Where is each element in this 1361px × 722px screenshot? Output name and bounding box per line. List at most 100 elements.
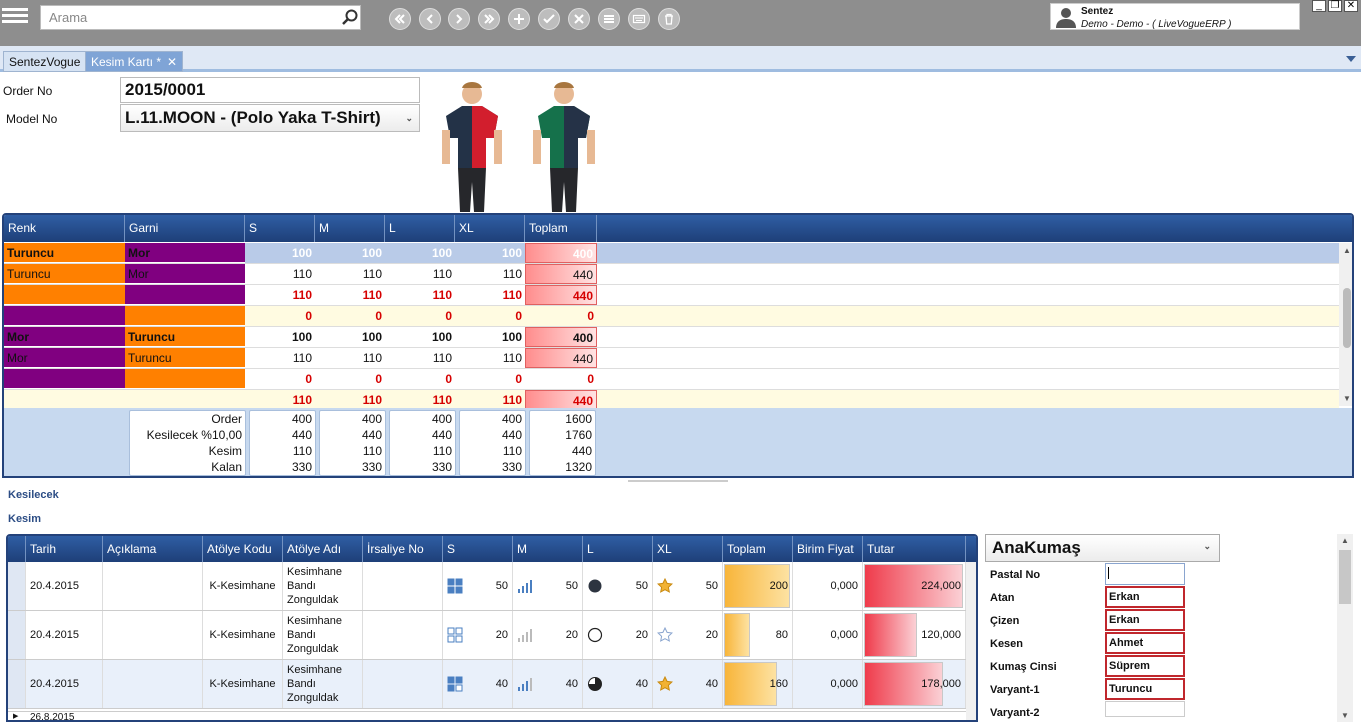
col-header-m[interactable]: M (513, 536, 583, 562)
cell-l[interactable]: 40 (583, 660, 653, 708)
cell-m[interactable]: 110 (315, 264, 385, 284)
order-no-field[interactable]: 2015/0001 (120, 77, 420, 103)
cancel-button[interactable] (568, 8, 590, 30)
cell-s[interactable]: 100 (245, 243, 315, 263)
cell-toplam[interactable]: 400 (525, 327, 597, 347)
col-header-garni[interactable]: Garni (125, 215, 245, 242)
splitter-handle[interactable] (628, 480, 728, 482)
cell-s[interactable]: 100 (245, 327, 315, 347)
cell-toplam[interactable]: 200 (723, 562, 793, 610)
col-header-renk[interactable]: Renk (4, 215, 125, 242)
cell-m[interactable]: 50 (513, 562, 583, 610)
cell-xl[interactable]: 50 (653, 562, 723, 610)
cell-m[interactable]: 20 (513, 611, 583, 659)
table-row[interactable]: 00000 (4, 306, 1339, 327)
cell-garni[interactable] (125, 306, 245, 326)
cell-renk[interactable]: Mor (4, 327, 125, 347)
vertical-scrollbar[interactable] (966, 562, 976, 720)
table-row[interactable]: ▶ 26.8.2015 (8, 711, 966, 720)
cell-xl[interactable]: 0 (455, 306, 525, 326)
cell-toplam[interactable]: 440 (525, 390, 597, 410)
scroll-down-icon[interactable]: ▼ (1341, 711, 1349, 720)
cell-l[interactable]: 0 (385, 306, 455, 326)
cell-kod[interactable]: K-Kesimhane (203, 611, 283, 659)
col-header-m[interactable]: M (315, 215, 385, 242)
panel-field[interactable]: Erkan (1105, 609, 1185, 631)
cell-garni[interactable]: Mor (125, 264, 245, 284)
add-button[interactable] (508, 8, 530, 30)
cell-irsaliye[interactable] (363, 611, 443, 659)
cell-renk[interactable] (4, 285, 125, 305)
col-header-toplam[interactable]: Toplam (723, 536, 793, 562)
scroll-up-icon[interactable]: ▲ (1343, 246, 1351, 255)
cell-xl[interactable]: 110 (455, 264, 525, 284)
cell-garni[interactable]: Turuncu (125, 348, 245, 368)
previous-record-button[interactable] (419, 8, 441, 30)
kesim-section-link[interactable]: Kesim (8, 513, 41, 525)
cell-tarih[interactable]: 20.4.2015 (26, 660, 103, 708)
cell-xl[interactable]: 0 (455, 369, 525, 389)
cell-toplam[interactable]: 160 (723, 660, 793, 708)
cell-s[interactable]: 110 (245, 390, 315, 410)
col-header-aciklama[interactable]: Açıklama (103, 536, 203, 562)
col-header-xl[interactable]: XL (455, 215, 525, 242)
cell-renk[interactable]: Turuncu (4, 264, 125, 284)
table-row[interactable]: 20.4.2015 K-Kesimhane Kesimhane Bandı Zong… (8, 660, 966, 709)
cell-s[interactable]: 110 (245, 285, 315, 305)
cell-tarih[interactable]: 20.4.2015 (26, 611, 103, 659)
row-expand-icon[interactable]: ▶ (13, 712, 18, 720)
cell-l[interactable]: 110 (385, 348, 455, 368)
cell-ad[interactable]: Kesimhane Bandı Zonguldak (283, 660, 363, 708)
cell-s[interactable]: 0 (245, 306, 315, 326)
first-record-button[interactable] (389, 8, 411, 30)
cell-renk[interactable] (4, 369, 125, 389)
cell-m[interactable]: 40 (513, 660, 583, 708)
table-row[interactable]: 20.4.2015 K-Kesimhane Kesimhane Bandı Zong… (8, 611, 966, 660)
cell-toplam[interactable]: 440 (525, 264, 597, 284)
vertical-scrollbar[interactable]: ▲ ▼ (1339, 243, 1352, 406)
model-no-select[interactable]: L.11.MOON - (Polo Yaka T-Shirt) ⌄ (120, 104, 420, 132)
scroll-up-icon[interactable]: ▲ (1341, 536, 1349, 545)
cell-garni[interactable] (125, 390, 245, 410)
scrollbar-thumb[interactable] (1343, 288, 1351, 348)
cell-renk[interactable]: Turuncu (4, 243, 125, 263)
panel-field[interactable]: Ahmet (1105, 632, 1185, 654)
keyboard-button[interactable] (628, 8, 650, 30)
table-row[interactable]: 20.4.2015 K-Kesimhane Kesimhane Bandı Zong… (8, 562, 966, 611)
user-box[interactable]: Sentez Demo - Demo - ( LiveVogueERP ) (1050, 3, 1300, 30)
table-row[interactable]: Mor Turuncu 110 110 110 110 440 (4, 348, 1339, 369)
cell-irsaliye[interactable] (363, 660, 443, 708)
cell-s[interactable]: 40 (443, 660, 513, 708)
col-header-xl[interactable]: XL (653, 536, 723, 562)
col-header-birim-fiyat[interactable]: Birim Fiyat (793, 536, 863, 562)
cell-m[interactable]: 110 (315, 348, 385, 368)
cell-xl[interactable]: 100 (455, 243, 525, 263)
cell-tutar[interactable]: 224,000 (863, 562, 966, 610)
table-row[interactable]: Mor Turuncu 100 100 100 100 400 (4, 327, 1339, 348)
cell-irsaliye[interactable] (363, 562, 443, 610)
col-header-irsaliye-no[interactable]: İrsaliye No (363, 536, 443, 562)
cell-s[interactable]: 0 (245, 369, 315, 389)
cell-l[interactable]: 100 (385, 243, 455, 263)
save-button[interactable] (538, 8, 560, 30)
cell-ad[interactable]: Kesimhane Bandı Zonguldak (283, 562, 363, 610)
cell-xl[interactable]: 20 (653, 611, 723, 659)
cell-aciklama[interactable] (103, 611, 203, 659)
table-row[interactable]: 00000 (4, 369, 1339, 390)
cell-xl[interactable]: 110 (455, 285, 525, 305)
cell-toplam[interactable]: 0 (525, 369, 597, 389)
panel-field[interactable]: Erkan (1105, 586, 1185, 608)
cell-s[interactable]: 110 (245, 348, 315, 368)
table-row[interactable]: Turuncu Mor 100 100 100 100 400 (4, 243, 1339, 264)
restore-icon[interactable]: ❐ (1328, 0, 1342, 12)
cell-renk[interactable]: Mor (4, 348, 125, 368)
delete-button[interactable] (658, 8, 680, 30)
cell-toplam[interactable]: 0 (525, 306, 597, 326)
col-header-s[interactable]: S (245, 215, 315, 242)
search-icon[interactable] (342, 9, 358, 25)
cell-xl[interactable]: 100 (455, 327, 525, 347)
cell-m[interactable]: 110 (315, 285, 385, 305)
cell-toplam[interactable]: 440 (525, 348, 597, 368)
cell-kod[interactable]: K-Kesimhane (203, 562, 283, 610)
row-indicator[interactable] (8, 611, 26, 659)
